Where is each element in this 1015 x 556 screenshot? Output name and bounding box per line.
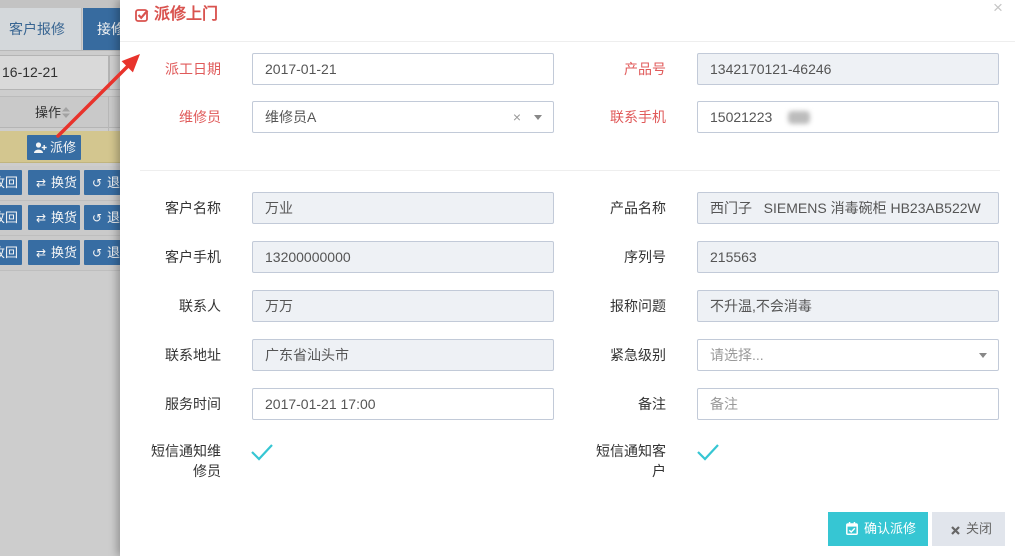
product-no-label: 产品号 [624, 61, 666, 77]
check-icon[interactable] [250, 442, 274, 462]
technician-selected-value: 维修员A [265, 109, 317, 125]
urgency-select[interactable]: 请选择... [697, 339, 999, 371]
customer-mobile-label: 客户手机 [165, 249, 221, 265]
caret-down-icon[interactable] [534, 115, 542, 120]
urgency-label: 紧急级别 [610, 347, 666, 363]
technician-select[interactable]: 维修员A × [252, 101, 554, 133]
dispatch-date-input[interactable] [252, 53, 554, 85]
confirm-dispatch-button[interactable]: 确认派修 [828, 512, 928, 546]
serial-no-label: 序列号 [624, 249, 666, 265]
contact-person-label: 联系人 [179, 298, 221, 314]
close-icon[interactable]: × [993, 0, 1003, 16]
service-time-input[interactable] [252, 388, 554, 420]
dispatch-date-label: 派工日期 [165, 61, 221, 77]
customer-mobile-field [252, 241, 554, 273]
contact-address-label: 联系地址 [165, 347, 221, 363]
product-name-field [697, 192, 999, 224]
urgency-placeholder: 请选择... [710, 347, 764, 363]
contact-address-field [252, 339, 554, 371]
dispatch-modal: 派修上门 × 派工日期 产品号 维修员 维修员A × 联系手机 客户名称 产品名… [120, 0, 1015, 556]
customer-name-label: 客户名称 [165, 200, 221, 216]
product-name-label: 产品名称 [610, 200, 666, 216]
section-divider [140, 170, 1000, 171]
contact-person-field [252, 290, 554, 322]
check-square-icon [135, 9, 149, 22]
modal-title: 派修上门 [154, 6, 219, 23]
service-time-label: 服务时间 [165, 396, 221, 412]
times-icon [951, 526, 960, 535]
redacted-digits [788, 111, 810, 124]
confirm-dispatch-label: 确认派修 [864, 521, 917, 536]
remark-input[interactable] [697, 388, 999, 420]
clear-icon[interactable]: × [513, 102, 521, 132]
reported-issue-label: 报称问题 [610, 298, 666, 314]
calendar-check-icon [846, 522, 858, 535]
product-no-field [697, 53, 999, 85]
sms-customer-label: 短信通知客户 [596, 443, 666, 479]
check-icon[interactable] [696, 442, 720, 462]
close-button[interactable]: 关闭 [932, 512, 1005, 546]
contact-mobile-label: 联系手机 [610, 109, 666, 125]
technician-label: 维修员 [179, 109, 221, 125]
header-divider [120, 41, 1015, 42]
caret-down-icon[interactable] [979, 353, 987, 358]
reported-issue-field [697, 290, 999, 322]
customer-name-field [252, 192, 554, 224]
sms-technician-label: 短信通知维修员 [151, 443, 221, 479]
serial-no-field [697, 241, 999, 273]
close-button-label: 关闭 [966, 521, 993, 536]
contact-mobile-input[interactable] [697, 101, 999, 133]
remark-label: 备注 [638, 396, 666, 412]
